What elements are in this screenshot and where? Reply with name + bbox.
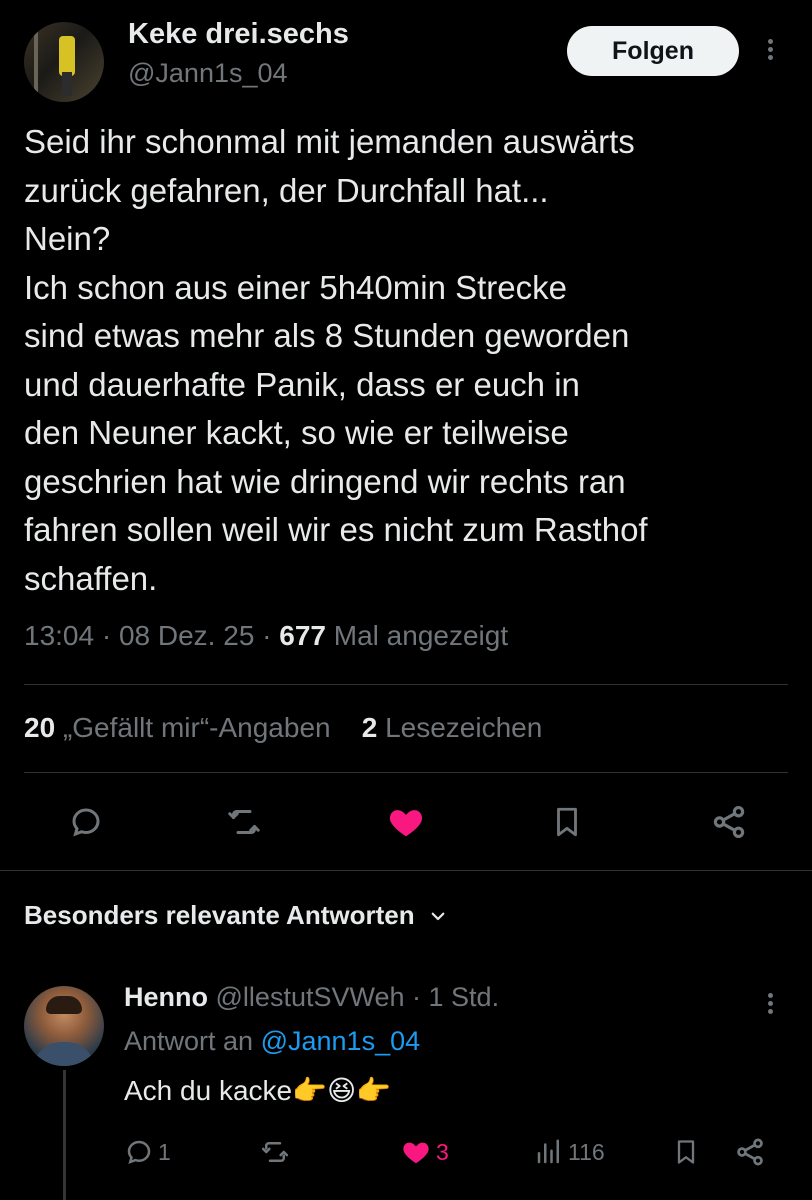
- like-icon-filled[interactable]: [380, 800, 432, 844]
- reply-author-name[interactable]: Henno: [124, 982, 208, 1012]
- avatar-background-detail: [34, 30, 38, 100]
- reply-time[interactable]: 1 Std.: [429, 982, 500, 1012]
- views-label: Mal angezeigt: [333, 620, 509, 651]
- author-name[interactable]: Keke drei.sechs: [128, 18, 349, 51]
- reply-to-label: Antwort an: [124, 1026, 254, 1056]
- likes-label[interactable]: „Gefällt mir“-Angaben: [63, 712, 331, 743]
- tweet-time[interactable]: 13:04: [24, 620, 94, 651]
- reply-header: Henno @llestutSVWeh · 1 Std.: [124, 982, 499, 1013]
- avatar-figure-legs: [62, 72, 72, 96]
- reply-author-handle[interactable]: @llestutSVWeh: [216, 982, 405, 1012]
- chevron-down-icon: [431, 912, 444, 920]
- reply-view-count: 116: [568, 1138, 605, 1165]
- view-count: 677: [279, 620, 326, 651]
- reply-author-avatar[interactable]: [24, 986, 104, 1066]
- reply-to-handle-link[interactable]: @Jann1s_04: [261, 1026, 421, 1056]
- bookmark-icon[interactable]: [541, 800, 593, 844]
- reply-emojis: 👉😆👉: [292, 1075, 392, 1106]
- tweet-stats: 20 „Gefällt mir“-Angaben 2 Lesezeichen: [24, 712, 542, 744]
- reply-to-line: Antwort an @Jann1s_04: [124, 1026, 420, 1057]
- reply-text-content: Ach du kacke: [124, 1075, 293, 1106]
- reply-bookmark-icon[interactable]: [672, 1132, 700, 1172]
- meta-separator: ·: [101, 620, 119, 651]
- reply-retweet-button[interactable]: [258, 1132, 296, 1172]
- reply-reply-button[interactable]: 1: [124, 1132, 171, 1172]
- tweet-text: Seid ihr schonmal mit jemanden auswärts …: [24, 123, 648, 597]
- share-icon[interactable]: [703, 800, 755, 844]
- reply-icon: [127, 1140, 151, 1165]
- divider: [24, 772, 788, 773]
- bookmarks-count[interactable]: 2: [362, 712, 378, 743]
- reply-views-button[interactable]: 116: [534, 1132, 605, 1172]
- reply-sort-dropdown[interactable]: Besonders relevante Antworten: [24, 900, 447, 931]
- retweet-icon[interactable]: [218, 800, 270, 844]
- tweet-meta: 13:04 · 08 Dez. 25 · 677 Mal angezeigt: [24, 620, 508, 652]
- avatar-figure: [59, 36, 75, 76]
- views-chart-icon: [537, 1139, 559, 1164]
- section-divider: [0, 870, 812, 871]
- follow-button[interactable]: Folgen: [567, 26, 739, 76]
- reply-text: Ach du kacke👉😆👉: [124, 1074, 391, 1107]
- reply-more-options-icon[interactable]: [760, 990, 780, 1020]
- avatar-shirt: [32, 1042, 96, 1066]
- author-handle[interactable]: @Jann1s_04: [128, 58, 288, 89]
- reply-icon[interactable]: [60, 800, 112, 844]
- likes-count[interactable]: 20: [24, 712, 55, 743]
- like-icon-filled: [403, 1142, 429, 1164]
- reply-share-icon[interactable]: [734, 1132, 766, 1172]
- tweet-date[interactable]: 08 Dez. 25: [119, 620, 254, 651]
- reply-like-button[interactable]: 3: [400, 1132, 449, 1172]
- reply-sort-label: Besonders relevante Antworten: [24, 900, 415, 930]
- more-options-icon[interactable]: [760, 36, 780, 66]
- meta-separator: ·: [412, 982, 429, 1012]
- bookmarks-label[interactable]: Lesezeichen: [385, 712, 542, 743]
- reply-like-count: 3: [436, 1138, 449, 1165]
- retweet-icon: [261, 1142, 289, 1162]
- thread-line: [63, 1070, 66, 1200]
- divider: [24, 684, 788, 685]
- meta-separator: ·: [262, 620, 280, 651]
- reply-reply-count: 1: [158, 1138, 171, 1165]
- avatar-hair: [46, 996, 82, 1014]
- author-avatar[interactable]: [24, 22, 104, 102]
